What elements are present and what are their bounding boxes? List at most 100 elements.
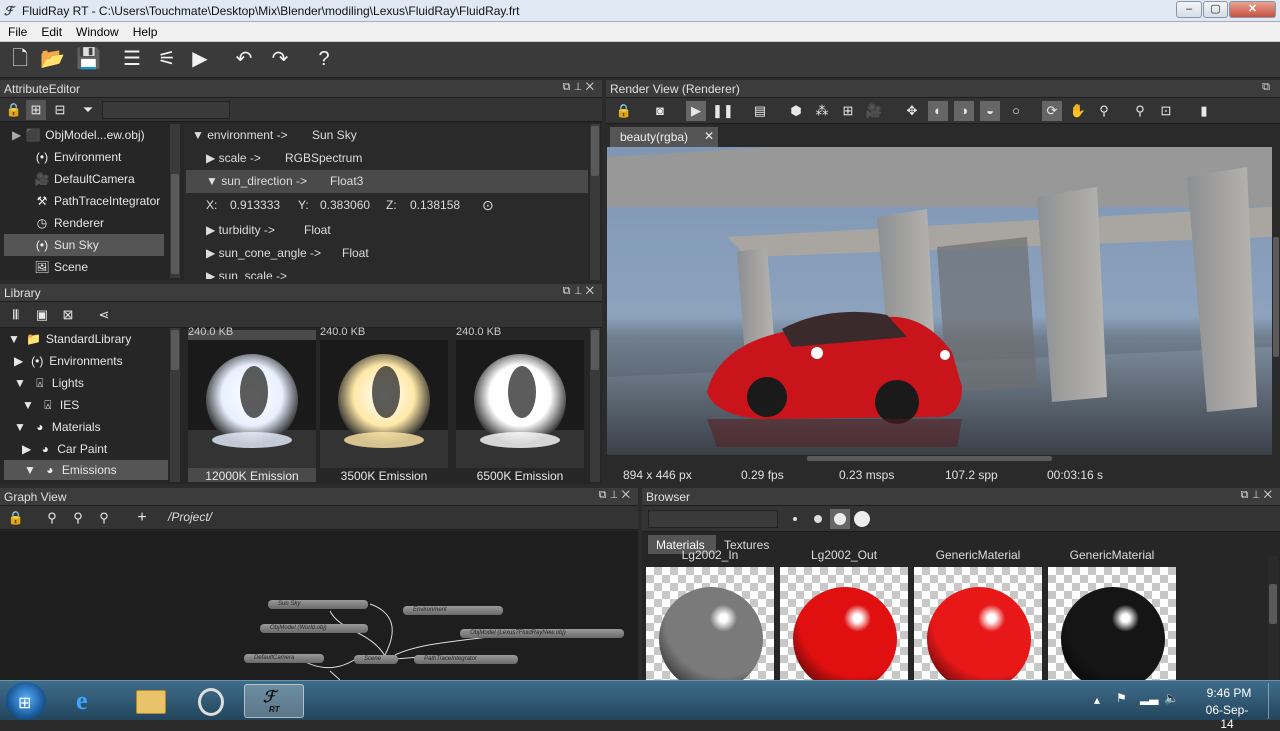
zoom-reset-icon[interactable]: ⚲ — [94, 508, 114, 528]
orbit-icon[interactable]: ⟳ — [1042, 101, 1062, 121]
attr-sun-direction[interactable]: ▼ sun_direction -> Float3 — [186, 170, 588, 193]
material-thumbnail[interactable] — [1048, 567, 1176, 680]
show-desktop-button[interactable] — [1268, 683, 1280, 719]
library-item[interactable]: 240.0 KB 3500K Emission — [320, 326, 448, 483]
render-play-icon[interactable]: ▶ — [188, 48, 212, 72]
zoom-in-icon[interactable]: ⚲ — [42, 508, 62, 528]
close-button[interactable]: ✕ — [1229, 1, 1276, 18]
size-small-icon[interactable] — [814, 515, 822, 523]
lib-tree-materials[interactable]: ▼ ◕ Materials — [14, 416, 101, 438]
play-icon[interactable]: ▶ — [686, 101, 706, 121]
redo-icon[interactable]: ↷ — [268, 48, 292, 72]
attr-sun-scale[interactable]: ▶ sun_scale ->RGBSpectrum — [186, 265, 287, 279]
lib-tree-ies[interactable]: ▼ ⍓ IES — [22, 394, 79, 416]
library-item[interactable]: 240.0 KB 6500K Emission — [456, 326, 584, 483]
panel-controls[interactable]: ⧉⊥✕ — [563, 285, 598, 298]
tray-date[interactable]: 06-Sep-14 — [1199, 703, 1255, 731]
start-button[interactable]: ⊞ — [6, 682, 46, 720]
undo-icon[interactable]: ↶ — [232, 48, 256, 72]
add-node-icon[interactable]: + — [132, 508, 152, 528]
minimize-button[interactable]: ‒ — [1176, 1, 1202, 18]
library-items-scrollbar[interactable] — [590, 328, 600, 482]
open-folder-icon[interactable]: 📂 — [40, 48, 65, 72]
direction-picker-icon[interactable]: ⊙ — [482, 194, 494, 217]
light-mode-2-icon[interactable]: ◑ — [954, 101, 974, 121]
attr-sun-cone-angle[interactable]: ▶ sun_cone_angle -> Float — [186, 242, 369, 265]
panel-controls[interactable]: ⧉⊥✕ — [1241, 489, 1276, 502]
size-tiny-icon[interactable] — [793, 517, 797, 521]
render-vscrollbar[interactable] — [1272, 147, 1280, 455]
lock-icon[interactable]: 🔒 — [614, 101, 634, 121]
transform-icon[interactable]: ✥ — [902, 101, 922, 121]
tab-beauty-rgba[interactable]: beauty(rgba) ✕ — [610, 127, 718, 147]
taskbar-explorer-icon[interactable] — [124, 684, 178, 718]
adjust-icon[interactable]: ⚟ — [155, 48, 179, 72]
tree-scrollbar[interactable] — [170, 124, 180, 278]
lock-icon[interactable]: 🔒 — [4, 100, 24, 120]
attr-scale[interactable]: ▶ scale -> RGBSpectrum — [186, 147, 362, 170]
help-icon[interactable]: ? — [312, 48, 336, 72]
cube-icon[interactable]: ⬢ — [786, 101, 806, 121]
render-hscrollbar[interactable] — [607, 455, 1272, 462]
tree-item-scene[interactable]: 🖼 Scene — [34, 256, 88, 278]
tray-volume-icon[interactable]: 🔈 — [1164, 691, 1179, 705]
material-thumbnail[interactable] — [646, 567, 774, 680]
zoom-out-icon[interactable]: ⚲ — [68, 508, 88, 528]
taskbar-ie-icon[interactable]: e — [64, 684, 118, 718]
circle-icon[interactable]: ○ — [1006, 101, 1026, 121]
menu-edit[interactable]: Edit — [33, 22, 68, 39]
z-value-field[interactable]: 0.138158 — [410, 194, 460, 217]
save-icon[interactable]: 💾 — [76, 48, 101, 72]
tree-item-objmodel[interactable]: ▶ ⬛ ObjModel...ew.obj) — [12, 124, 145, 146]
hierarchy-icon[interactable]: ⊟ — [50, 100, 70, 120]
panel-controls[interactable]: ⧉⊥✕ — [563, 81, 598, 94]
node-defaultcamera[interactable]: DefaultCamera — [244, 654, 324, 663]
render-viewport[interactable] — [607, 147, 1272, 455]
x-value-field[interactable]: 0.913333 — [230, 194, 280, 217]
tree-view-icon[interactable]: ⊞ — [26, 100, 46, 120]
node-environment[interactable]: Environment — [403, 606, 503, 615]
lib-tree-lights[interactable]: ▼ ⍓ Lights — [14, 372, 84, 394]
material-thumbnail[interactable] — [914, 567, 1042, 680]
objects-icon[interactable]: ⁂ — [812, 101, 832, 121]
pick-focus-icon[interactable]: ⚲ — [1130, 101, 1150, 121]
camera-snap-icon[interactable]: ◙ — [650, 101, 670, 121]
tree-item-sun-sky[interactable]: (•) Sun Sky — [4, 234, 164, 256]
size-large-icon[interactable] — [854, 511, 870, 527]
filter-icon[interactable]: ⏷ — [78, 100, 98, 120]
light-mode-3-icon[interactable]: ◒ — [980, 101, 1000, 121]
attr-environment[interactable]: ▼ environment -> Sun Sky — [186, 124, 357, 147]
light-mode-1-icon[interactable]: ◐ — [928, 101, 948, 121]
node-sun-sky[interactable]: Sun Sky — [268, 600, 368, 609]
library-item[interactable]: 240.0 KB 12000K Emission — [188, 326, 316, 483]
tree-item-renderer[interactable]: ◷ Renderer — [34, 212, 104, 234]
tray-flag-icon[interactable]: ⚑ — [1116, 691, 1127, 705]
node-pathtraceintegrator[interactable]: PathTraceIntegrator — [414, 655, 518, 664]
attribute-search-input[interactable] — [102, 101, 230, 119]
lib-tree-car-paint[interactable]: ▶ ◕ Car Paint — [22, 438, 107, 460]
share-icon[interactable]: ⋖ — [94, 305, 114, 325]
new-file-icon[interactable]: 🗋 — [8, 48, 32, 72]
y-value-field[interactable]: 0.383060 — [320, 194, 370, 217]
tree-item-pathtraceintegrator[interactable]: ⚒ PathTraceIntegrator — [34, 190, 161, 212]
focus-icon[interactable]: ⊡ — [1156, 101, 1176, 121]
tray-time[interactable]: 9:46 PM — [1204, 686, 1254, 700]
attr-turbidity[interactable]: ▶ turbidity -> Float — [186, 219, 331, 242]
settings-sliders-icon[interactable]: ☰ — [120, 48, 144, 72]
remove-library-icon[interactable]: ⊠ — [58, 305, 78, 325]
lock-icon[interactable]: 🔒 — [6, 508, 26, 528]
tray-signal-icon[interactable]: ▂▃ — [1140, 691, 1158, 705]
menu-help[interactable]: Help — [125, 22, 164, 39]
add-library-icon[interactable]: ▣ — [32, 305, 52, 325]
panel-controls[interactable]: ⧉⊥✕ — [599, 489, 634, 502]
taskbar-fluidray-button[interactable]: ℱ RT — [244, 684, 304, 718]
graph-canvas[interactable]: Sun Sky Environment ObjModel (World.obj)… — [0, 531, 638, 680]
lib-tree-emissions[interactable]: ▼ ◕ Emissions — [4, 460, 168, 480]
library-tree-scrollbar[interactable] — [170, 328, 180, 482]
tray-expand-icon[interactable]: ▴ — [1094, 693, 1100, 707]
attribute-scrollbar[interactable] — [590, 124, 600, 280]
material-thumbnail[interactable] — [780, 567, 908, 680]
size-medium-button[interactable] — [830, 509, 850, 529]
maximize-button[interactable]: ▢ — [1203, 1, 1228, 18]
node-scene[interactable]: Scene — [354, 655, 398, 664]
